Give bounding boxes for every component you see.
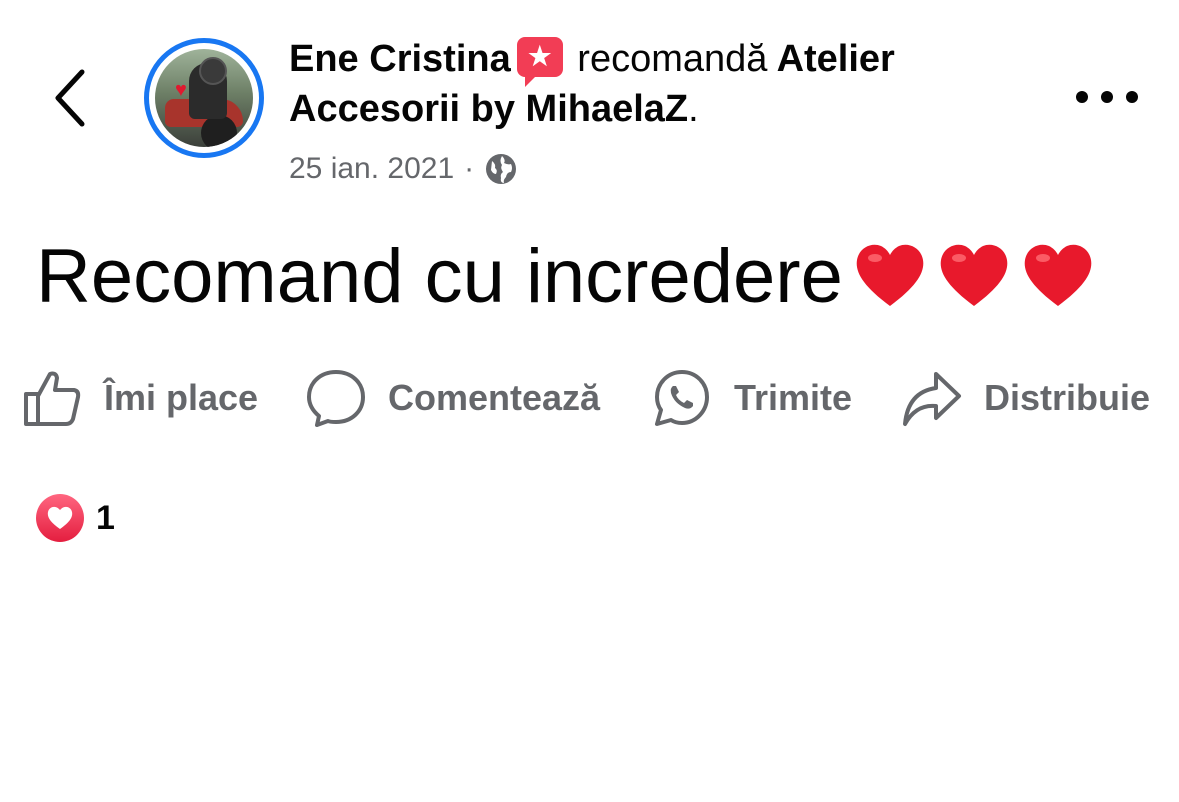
globe-icon [486, 154, 517, 184]
avatar-photo: ♥ [155, 49, 253, 147]
post-body: Recomand cu incredere [36, 232, 1095, 322]
share-arrow-icon [903, 372, 961, 426]
thumbs-up-icon [24, 371, 81, 426]
back-button[interactable] [48, 66, 96, 130]
more-options-button[interactable] [1076, 82, 1138, 112]
reactions-summary[interactable]: 1 [36, 494, 115, 542]
action-text: recomandă [577, 38, 768, 80]
chevron-left-icon [55, 69, 85, 127]
author-avatar[interactable]: ♥ [144, 38, 264, 158]
love-reaction-icon [36, 494, 84, 542]
whatsapp-icon [655, 370, 709, 426]
post-header: Ene Cristina ★ recomandă Atelier Accesori… [289, 34, 989, 186]
post-date[interactable]: 25 ian. 2021 [289, 152, 454, 186]
like-label: Îmi place [104, 377, 259, 418]
heart-emoji-icon [1024, 244, 1092, 306]
post-text: Recomand cu incredere [36, 234, 843, 319]
post-meta: 25 ian. 2021 · [289, 152, 989, 186]
like-button[interactable]: Îmi place [22, 362, 258, 434]
share-button[interactable]: Distribuie [902, 362, 1150, 434]
more-dot-icon [1126, 91, 1138, 103]
author-name[interactable]: Ene Cristina [289, 38, 511, 80]
action-bar: Îmi place Comentează Trimite Distribuie [22, 362, 1162, 434]
share-label: Distribuie [984, 377, 1151, 418]
recommend-star-icon: ★ [516, 37, 563, 87]
post-headline: Ene Cristina ★ recomandă Atelier Accesori… [289, 37, 895, 130]
heart-emoji-icon [940, 244, 1008, 306]
more-dot-icon [1076, 91, 1088, 103]
send-button[interactable]: Trimite [652, 362, 852, 434]
reaction-count: 1 [96, 498, 115, 537]
comment-button[interactable]: Comentează [306, 362, 600, 434]
comment-label: Comentează [388, 377, 601, 418]
comment-bubble-icon [307, 370, 365, 427]
heart-emoji-icon [856, 244, 924, 306]
meta-separator: · [464, 152, 475, 185]
send-label: Trimite [734, 377, 853, 418]
more-dot-icon [1101, 91, 1113, 103]
